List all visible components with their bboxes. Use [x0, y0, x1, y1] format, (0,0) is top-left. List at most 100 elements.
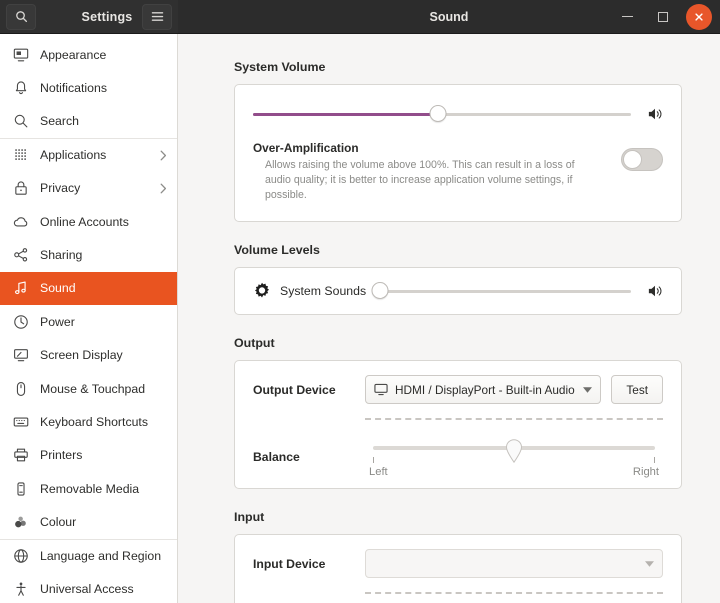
chevron-down-icon	[645, 560, 654, 567]
sidebar-item-label: Keyboard Shortcuts	[40, 414, 149, 429]
sidebar-item-label: Notifications	[40, 81, 107, 96]
sidebar-item-label: Colour	[40, 515, 77, 530]
sidebar-item-label: Online Accounts	[40, 214, 129, 229]
sidebar-item-label: Search	[40, 114, 79, 129]
sidebar-item-appearance[interactable]: Appearance	[0, 38, 177, 71]
sidebar-item-label: Privacy	[40, 181, 81, 196]
sidebar-item-sound[interactable]: Sound	[0, 271, 177, 306]
sidebar-item-mouse-touchpad[interactable]: Mouse & Touchpad	[0, 372, 177, 405]
test-button[interactable]: Test	[611, 375, 663, 405]
sidebar-item-label: Sharing	[40, 248, 83, 263]
chevron-right-icon	[160, 183, 167, 194]
maximize-icon	[658, 11, 668, 22]
sidebar-item-notifications[interactable]: Notifications	[0, 71, 177, 104]
chevron-down-icon	[583, 386, 593, 393]
system-volume-row	[235, 85, 681, 123]
slider-fill	[253, 112, 439, 116]
slider-handle[interactable]	[429, 105, 447, 122]
input-device-dropdown[interactable]	[365, 549, 663, 579]
window-controls	[614, 3, 712, 30]
sidebar-item-online-accounts[interactable]: Online Accounts	[0, 205, 177, 238]
titlebar-sidebar-header: Settings	[0, 0, 178, 33]
printer-icon	[12, 447, 29, 464]
sidebar-item-label: Sound	[40, 281, 76, 296]
close-button[interactable]	[686, 3, 712, 30]
over-amplification-row: Over-Amplification Allows raising the vo…	[235, 123, 681, 221]
balance-tick-right	[654, 457, 655, 464]
output-device-label: Output Device	[253, 382, 336, 397]
usb-drive-icon	[12, 480, 29, 497]
sidebar-item-language-and-region[interactable]: Language and Region	[0, 538, 177, 572]
input-panel: Input Device Configuration	[234, 534, 682, 603]
window-body: Appearance Notifications Search Application…	[0, 34, 720, 603]
section-title-output: Output	[234, 336, 275, 351]
sidebar-item-search[interactable]: Search	[0, 105, 177, 138]
output-device-value: HDMI / DisplayPort - Built-in Audio	[395, 382, 575, 397]
section-title-input: Input	[234, 510, 265, 525]
maximize-button[interactable]	[650, 4, 676, 30]
sidebar-item-privacy[interactable]: Privacy	[0, 172, 177, 205]
balance-slider[interactable]: Left Right	[365, 436, 663, 478]
system-sounds-label: System Sounds	[280, 284, 367, 299]
section-title-volume-levels: Volume Levels	[234, 243, 320, 258]
sidebar-item-label: Applications	[40, 148, 107, 163]
sidebar-item-universal-access[interactable]: Universal Access	[0, 572, 177, 603]
music-note-icon	[12, 280, 29, 297]
apps-grid-icon	[12, 147, 29, 164]
system-volume-slider[interactable]	[253, 105, 631, 123]
globe-icon	[12, 548, 29, 565]
sidebar-item-sharing[interactable]: Sharing	[0, 238, 177, 271]
sidebar-item-label: Removable Media	[40, 481, 140, 496]
sidebar: Appearance Notifications Search Application…	[0, 34, 178, 603]
sidebar-item-power[interactable]: Power	[0, 305, 177, 338]
over-amplification-title: Over-Amplification	[253, 141, 359, 155]
slider-handle[interactable]	[371, 282, 389, 300]
sidebar-item-screen-display[interactable]: Screen Display	[0, 339, 177, 372]
balance-left-label: Left	[369, 466, 388, 479]
toggle-knob	[623, 150, 642, 169]
sidebar-item-label: Universal Access	[40, 581, 134, 596]
balance-right-label: Right	[632, 466, 659, 479]
over-amplification-text: Over-Amplification Allows raising the vo…	[253, 141, 621, 203]
close-icon	[695, 12, 703, 21]
over-amplification-toggle[interactable]	[621, 148, 663, 171]
content-area: System Volume Over-Amplification Allows …	[178, 34, 720, 603]
speaker-volume-icon	[647, 284, 663, 298]
display-appearance-icon	[12, 46, 29, 63]
sidebar-item-label: Mouse & Touchpad	[40, 381, 146, 396]
sidebar-item-keyboard-shortcuts[interactable]: Keyboard Shortcuts	[0, 405, 177, 438]
search-button[interactable]	[6, 3, 36, 30]
over-amplification-description: Allows raising the volume above 100%. Th…	[265, 159, 575, 202]
sidebar-item-printers[interactable]: Printers	[0, 439, 177, 472]
monitor-icon	[374, 383, 388, 396]
balance-tick-left	[373, 457, 374, 464]
system-sounds-row: System Sounds	[235, 268, 681, 314]
hamburger-menu-button[interactable]	[142, 3, 172, 30]
system-sounds-slider[interactable]	[371, 282, 631, 300]
minimize-button[interactable]	[614, 4, 640, 30]
balance-ticks	[365, 457, 663, 465]
cloud-icon	[12, 213, 29, 230]
sidebar-item-label: Language and Region	[40, 549, 162, 564]
sidebar-item-label: Screen Display	[40, 348, 123, 363]
output-device-dropdown[interactable]: HDMI / DisplayPort - Built-in Audio	[365, 375, 602, 405]
chevron-right-icon	[160, 150, 167, 161]
system-volume-panel: Over-Amplification Allows raising the vo…	[234, 84, 682, 223]
sidebar-item-applications[interactable]: Applications	[0, 138, 177, 171]
slider-track	[380, 289, 631, 294]
configuration-row: Configuration	[235, 594, 681, 603]
titlebar: Settings Sound	[0, 0, 720, 34]
sidebar-item-removable-media[interactable]: Removable Media	[0, 472, 177, 505]
lock-icon	[12, 180, 29, 197]
minimize-icon	[621, 15, 633, 18]
balance-row: Balance Left Right	[235, 420, 681, 488]
share-nodes-icon	[12, 247, 29, 264]
speaker-volume-icon	[647, 107, 663, 121]
sidebar-item-label: Appearance	[40, 47, 107, 62]
titlebar-main: Sound	[178, 0, 720, 33]
sidebar-item-colour[interactable]: Colour	[0, 505, 177, 538]
power-icon	[12, 313, 29, 330]
input-device-row: Input Device	[235, 535, 681, 592]
volume-levels-panel: System Sounds	[234, 267, 682, 316]
settings-window: Settings Sound Appearance Notifications …	[0, 0, 720, 603]
